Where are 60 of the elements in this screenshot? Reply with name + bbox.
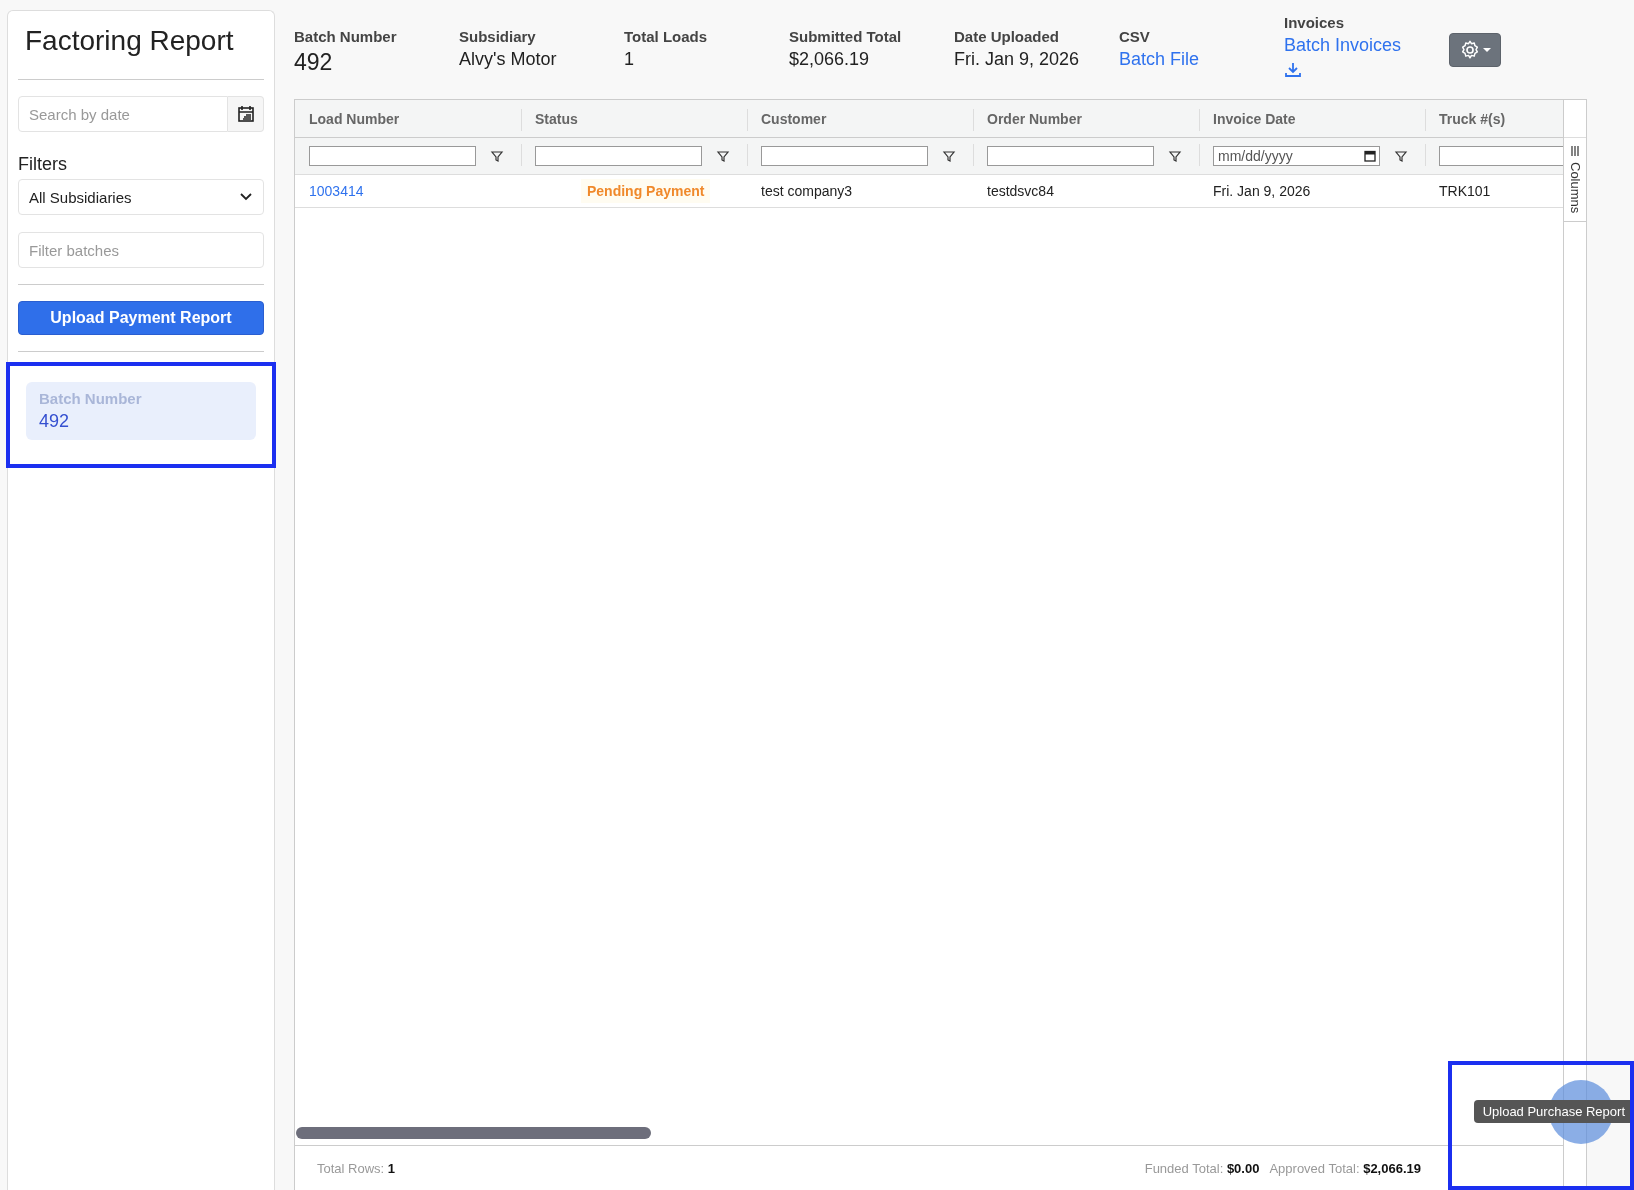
subsidiary-select[interactable]: All Subsidiaries [18, 179, 264, 215]
page-title: Factoring Report [25, 24, 235, 58]
load-link[interactable]: 1003414 [309, 183, 364, 199]
upload-button[interactable]: Upload Payment Report [18, 301, 264, 335]
date-search-field[interactable]: Search by date [18, 96, 228, 132]
filter-field[interactable] [987, 146, 1154, 166]
summary-label: Submitted Total [789, 28, 902, 45]
summary-label: CSV [1119, 28, 1150, 45]
table-cell: Fri. Jan 9, 2026 [1213, 183, 1311, 199]
filter-field[interactable] [1439, 146, 1563, 166]
column-header[interactable]: Invoice Date [1213, 110, 1296, 127]
summary-value: Alvy's Motor [459, 49, 557, 70]
filter-icon[interactable] [490, 149, 504, 163]
calendar-icon[interactable] [1364, 150, 1376, 162]
filter-field[interactable] [309, 146, 476, 166]
filter-field[interactable] [761, 146, 928, 166]
summary-label: Subsidiary [459, 28, 536, 45]
scrollbar[interactable] [296, 1127, 651, 1139]
file-link[interactable]: Batch File [1119, 49, 1200, 70]
column-header[interactable]: Load Number [309, 110, 400, 127]
settings-button[interactable] [1449, 33, 1501, 67]
filter-icon[interactable] [942, 149, 956, 163]
invoices-link[interactable]: Batch Invoices [1284, 35, 1402, 56]
status-text: Pending Payment [581, 179, 711, 203]
download-icon[interactable] [1284, 62, 1302, 78]
column-header[interactable]: Order Number [987, 110, 1082, 127]
summary-label: Total Loads [624, 28, 708, 45]
calendar-icon [236, 105, 255, 123]
table-cell: test company3 [761, 183, 853, 199]
summary-value: $2,066.19 [789, 49, 870, 70]
approved-total: Approved Total: $2,066.19 [1269, 1160, 1421, 1176]
filter-icon[interactable] [716, 149, 730, 163]
batch-label: Batch Number [39, 390, 143, 407]
filter-icon[interactable] [1168, 149, 1182, 163]
batch-filter-field[interactable]: Filter batches [18, 232, 264, 268]
columns-tab[interactable]: Columns [1564, 138, 1586, 223]
summary-label: Batch Number [294, 28, 397, 45]
filter-field[interactable] [535, 146, 702, 166]
column-header[interactable]: Customer [761, 110, 827, 127]
summary-value: 1 [624, 49, 634, 70]
funded-total: Funded Total: $0.00 [1144, 1160, 1260, 1176]
filter-icon[interactable] [1394, 149, 1408, 163]
calendar-button[interactable] [228, 96, 264, 132]
batch-card[interactable]: Batch Number 492 [26, 382, 256, 440]
table-cell: testdsvc84 [987, 183, 1054, 199]
summary-label: Invoices [1284, 14, 1345, 31]
date-filter-field[interactable]: mm/dd/yyyy [1213, 146, 1380, 166]
summary-value: Fri. Jan 9, 2026 [954, 49, 1080, 70]
column-header[interactable]: Status [535, 110, 578, 127]
filters-label: Filters [18, 154, 68, 175]
summary-label: Date Uploaded [954, 28, 1059, 45]
total-rows: Total Rows: 1 [317, 1160, 396, 1176]
gear-icon [1459, 39, 1481, 61]
chevron-down-icon [239, 192, 253, 202]
columns-icon [1570, 146, 1580, 156]
batch-number: 492 [39, 411, 71, 432]
column-header[interactable]: Truck #(s) [1439, 110, 1506, 127]
table-cell: TRK101 [1439, 183, 1491, 199]
caret-icon [1483, 47, 1491, 53]
summary-value: 492 [294, 49, 333, 76]
